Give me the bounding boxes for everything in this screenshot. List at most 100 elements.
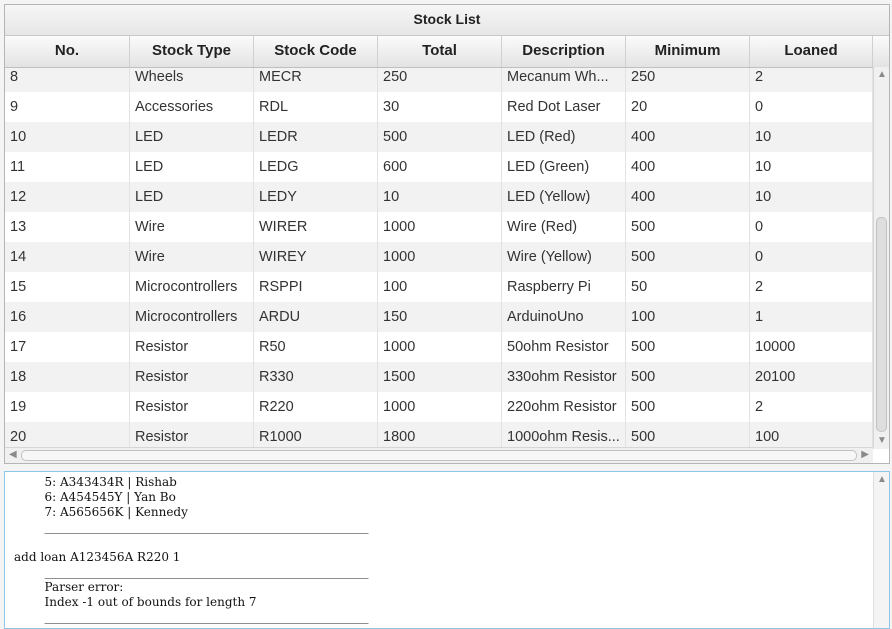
cell-minimum: 400 [626, 152, 750, 182]
vertical-scroll-thumb[interactable] [876, 217, 887, 432]
table-row[interactable]: 16 Microcontrollers ARDU 150 ArduinoUno 100 1 [5, 302, 873, 332]
stock-list-table[interactable]: Stock List No. Stock Type Stock Code Tot… [4, 4, 890, 464]
table-row[interactable]: 12 LED LEDY 10 LED (Yellow) 400 10 [5, 182, 873, 212]
cell-total: 600 [378, 152, 502, 182]
console-line: 5: A343434R | Rishab [14, 475, 177, 489]
cell-minimum: 500 [626, 212, 750, 242]
cell-loaned: 100 [750, 422, 873, 450]
chevron-up-icon[interactable]: ▲ [877, 69, 887, 81]
cell-total: 1000 [378, 242, 502, 272]
cell-stock-type: Wire [130, 242, 254, 272]
cell-no: 12 [5, 182, 130, 212]
chevron-up-icon[interactable]: ▲ [877, 474, 887, 486]
cell-minimum: 400 [626, 122, 750, 152]
table-title: Stock List [5, 5, 889, 36]
table-row[interactable]: 14 Wire WIREY 1000 Wire (Yellow) 500 0 [5, 242, 873, 272]
cell-loaned: 2 [750, 392, 873, 422]
cell-description: 50ohm Resistor [502, 332, 626, 362]
cell-loaned: 1 [750, 302, 873, 332]
table-row[interactable]: 8 Wheels MECR 250 Mecanum Wh... 250 2 [5, 68, 873, 92]
cell-loaned: 0 [750, 242, 873, 272]
cell-stock-type: Resistor [130, 392, 254, 422]
cell-stock-type: Resistor [130, 362, 254, 392]
cell-total: 30 [378, 92, 502, 122]
cell-total: 1000 [378, 392, 502, 422]
cell-no: 16 [5, 302, 130, 332]
chevron-left-icon[interactable]: ◀ [9, 449, 17, 461]
cell-stock-code: WIREY [254, 242, 378, 272]
table-horizontal-scrollbar[interactable]: ◀ ▶ [5, 447, 873, 463]
cell-minimum: 100 [626, 302, 750, 332]
cell-description: 1000ohm Resis... [502, 422, 626, 450]
chevron-right-icon[interactable]: ▶ [861, 449, 869, 461]
table-row[interactable]: 13 Wire WIRER 1000 Wire (Red) 500 0 [5, 212, 873, 242]
cell-minimum: 500 [626, 422, 750, 450]
cell-stock-type: Wheels [130, 68, 254, 92]
cell-description: LED (Yellow) [502, 182, 626, 212]
cell-total: 500 [378, 122, 502, 152]
table-row[interactable]: 10 LED LEDR 500 LED (Red) 400 10 [5, 122, 873, 152]
cell-loaned: 2 [750, 272, 873, 302]
cell-total: 1800 [378, 422, 502, 450]
column-header-stock-code[interactable]: Stock Code [254, 36, 378, 67]
cell-minimum: 20 [626, 92, 750, 122]
console-line: ________________________________________… [14, 610, 369, 624]
table-row[interactable]: 19 Resistor R220 1000 220ohm Resistor 500 2 [5, 392, 873, 422]
table-row[interactable]: 11 LED LEDG 600 LED (Green) 400 10 [5, 152, 873, 182]
chevron-down-icon[interactable]: ▼ [877, 435, 887, 447]
cell-description: ArduinoUno [502, 302, 626, 332]
cell-stock-code: ARDU [254, 302, 378, 332]
cell-no: 13 [5, 212, 130, 242]
cell-minimum: 500 [626, 362, 750, 392]
cell-stock-code: LEDG [254, 152, 378, 182]
cell-stock-code: R50 [254, 332, 378, 362]
cell-loaned: 0 [750, 212, 873, 242]
cell-description: 220ohm Resistor [502, 392, 626, 422]
console-line: add loan A123456A R220 1 [14, 550, 181, 564]
cell-loaned: 10 [750, 122, 873, 152]
table-row[interactable]: 20 Resistor R1000 1800 1000ohm Resis... 500 10… [5, 422, 873, 450]
cell-stock-code: R1000 [254, 422, 378, 450]
cell-description: Raspberry Pi [502, 272, 626, 302]
table-row[interactable]: 15 Microcontrollers RSPPI 100 Raspberry Pi 50… [5, 272, 873, 302]
cell-no: 20 [5, 422, 130, 450]
cell-minimum: 500 [626, 242, 750, 272]
cell-loaned: 20100 [750, 362, 873, 392]
cell-no: 9 [5, 92, 130, 122]
cell-description: LED (Green) [502, 152, 626, 182]
table-body[interactable]: 8 Wheels MECR 250 Mecanum Wh... 250 2 9 Accessor… [5, 68, 889, 450]
console-line: ________________________________________… [14, 520, 369, 534]
cell-stock-type: Wire [130, 212, 254, 242]
console-line: 6: A454545Y | Yan Bo [14, 490, 176, 504]
cell-total: 1000 [378, 332, 502, 362]
column-header-description[interactable]: Description [502, 36, 626, 67]
column-header-no[interactable]: No. [5, 36, 130, 67]
table-row[interactable]: 9 Accessories RDL 30 Red Dot Laser 20 0 [5, 92, 873, 122]
horizontal-scroll-thumb[interactable] [21, 450, 857, 461]
column-header-loaned[interactable]: Loaned [750, 36, 873, 67]
cell-description: 330ohm Resistor [502, 362, 626, 392]
column-header-minimum[interactable]: Minimum [626, 36, 750, 67]
cell-stock-code: LEDR [254, 122, 378, 152]
table-row[interactable]: 18 Resistor R330 1500 330ohm Resistor 500 2010… [5, 362, 873, 392]
console-vertical-scrollbar[interactable]: ▲ [873, 472, 889, 628]
cell-stock-type: LED [130, 152, 254, 182]
cell-no: 15 [5, 272, 130, 302]
cell-stock-type: LED [130, 122, 254, 152]
cell-no: 19 [5, 392, 130, 422]
cell-stock-type: Microcontrollers [130, 302, 254, 332]
column-header-total[interactable]: Total [378, 36, 502, 67]
cell-minimum: 500 [626, 392, 750, 422]
cell-stock-type: Resistor [130, 332, 254, 362]
cell-total: 10 [378, 182, 502, 212]
cell-no: 11 [5, 152, 130, 182]
cell-minimum: 500 [626, 332, 750, 362]
column-header-stock-type[interactable]: Stock Type [130, 36, 254, 67]
table-vertical-scrollbar[interactable]: ▲ ▼ [873, 67, 889, 449]
cell-description: Wire (Yellow) [502, 242, 626, 272]
cell-stock-code: RDL [254, 92, 378, 122]
cell-total: 1500 [378, 362, 502, 392]
cell-total: 1000 [378, 212, 502, 242]
table-row[interactable]: 17 Resistor R50 1000 50ohm Resistor 500 10000 [5, 332, 873, 362]
console-output[interactable]: 5: A343434R | Rishab 6: A454545Y | Yan B… [4, 471, 890, 629]
